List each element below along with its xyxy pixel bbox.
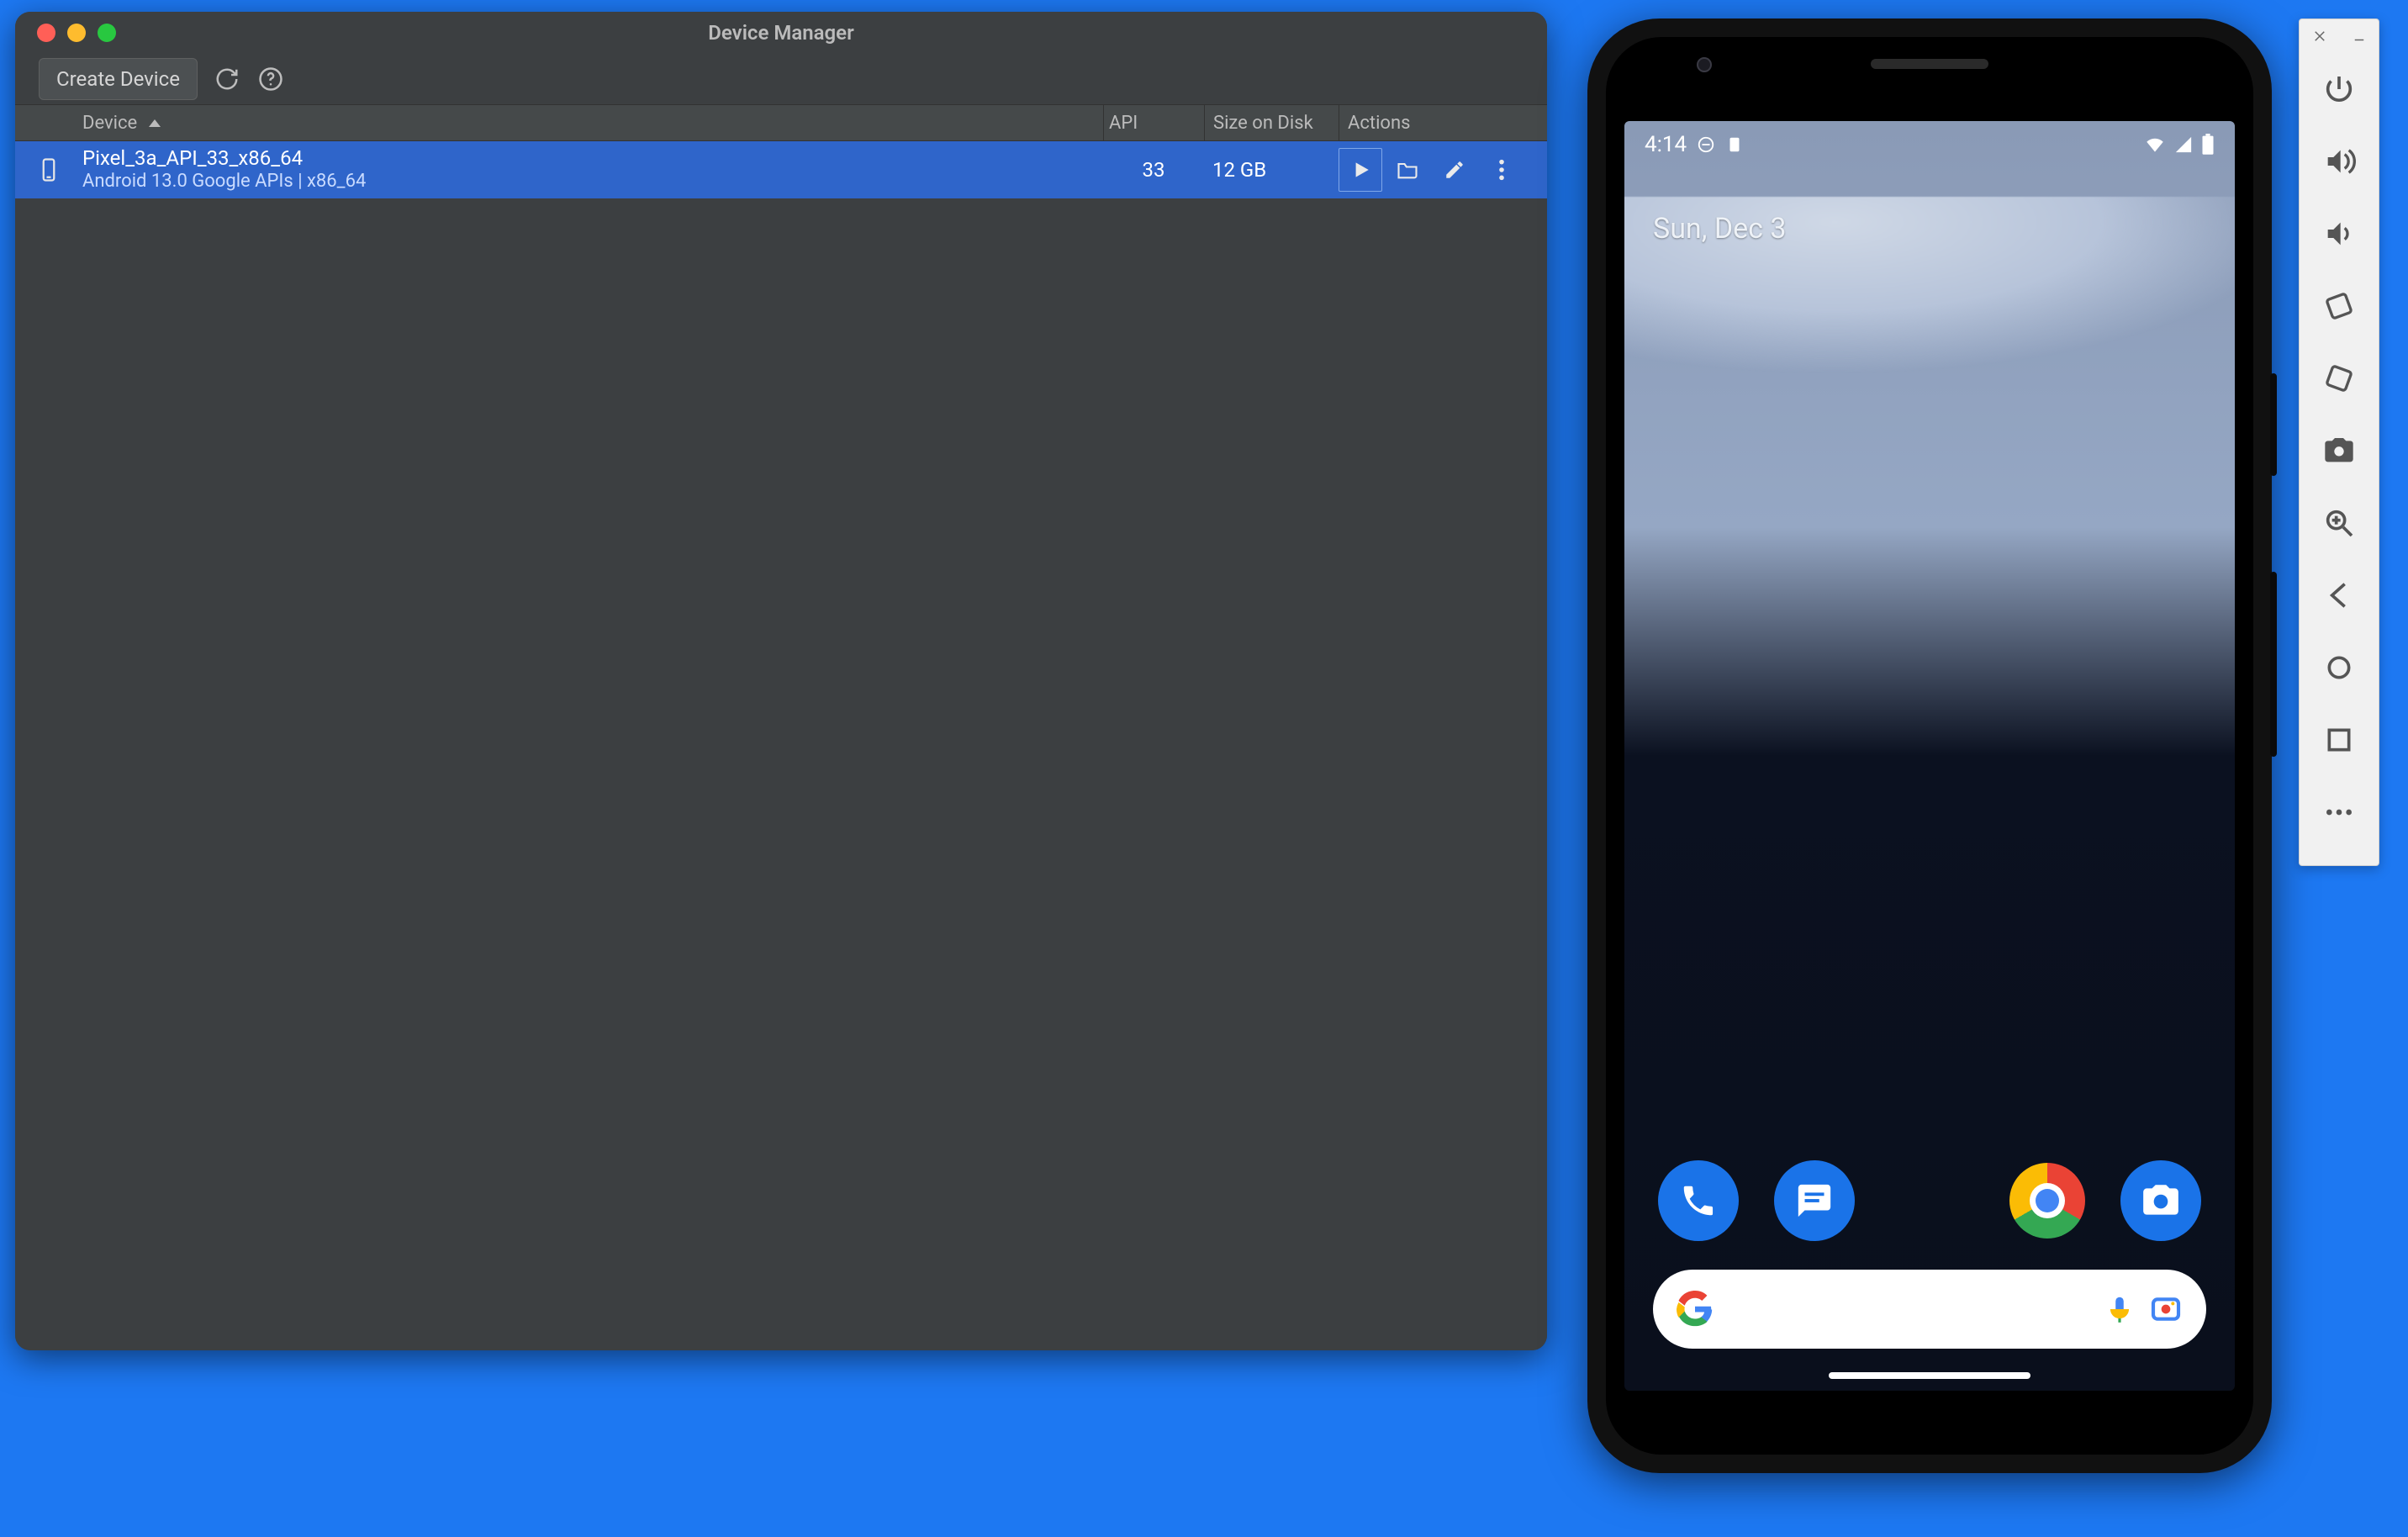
overview-icon[interactable] bbox=[2300, 704, 2379, 776]
power-button-physical bbox=[2270, 373, 2277, 476]
device-actions bbox=[1339, 148, 1547, 192]
back-icon[interactable] bbox=[2300, 559, 2379, 631]
col-api-label: API bbox=[1109, 113, 1138, 134]
status-bar: 4:14 bbox=[1624, 121, 2235, 168]
front-camera-icon bbox=[1697, 57, 1712, 72]
table-header: Device API Size on Disk Actions bbox=[15, 104, 1547, 141]
home-date: Sun, Dec 3 bbox=[1653, 212, 1787, 246]
window-controls bbox=[37, 24, 116, 42]
col-api[interactable]: API bbox=[1103, 105, 1204, 140]
camera-app-icon[interactable] bbox=[2120, 1160, 2201, 1241]
messages-app-icon[interactable] bbox=[1774, 1160, 1855, 1241]
window-titlebar: Device Manager bbox=[15, 12, 1547, 54]
maximize-icon[interactable] bbox=[98, 24, 116, 42]
device-type-icon bbox=[15, 157, 82, 182]
gesture-handle[interactable] bbox=[1829, 1372, 2030, 1379]
wifi-icon bbox=[2144, 135, 2166, 154]
volume-down-icon[interactable] bbox=[2300, 198, 2379, 270]
screenshot-icon[interactable] bbox=[2300, 415, 2379, 487]
col-actions[interactable]: Actions bbox=[1339, 105, 1547, 140]
sort-asc-icon bbox=[149, 119, 161, 127]
status-left: 4:14 bbox=[1645, 132, 1744, 157]
dm-empty-body bbox=[15, 198, 1547, 1350]
volume-up-icon[interactable] bbox=[2300, 125, 2379, 198]
refresh-icon[interactable] bbox=[213, 65, 241, 93]
emulator-device: 4:14 Sun, Dec 3 bbox=[1587, 18, 2272, 1473]
zoom-icon[interactable] bbox=[2300, 487, 2379, 559]
more-horizontal-icon[interactable] bbox=[2300, 776, 2379, 848]
minimize-icon[interactable] bbox=[2352, 29, 2367, 44]
signal-icon bbox=[2174, 135, 2193, 154]
device-size: 12 GB bbox=[1204, 158, 1339, 182]
google-logo-icon bbox=[1677, 1291, 1714, 1328]
device-name: Pixel_3a_API_33_x86_64 bbox=[82, 146, 1103, 171]
phone-top bbox=[1606, 37, 2253, 121]
dnd-icon bbox=[1697, 135, 1715, 154]
speaker-grille bbox=[1871, 59, 1988, 69]
status-right bbox=[2144, 134, 2215, 156]
power-icon[interactable] bbox=[2300, 53, 2379, 125]
close-icon[interactable] bbox=[37, 24, 55, 42]
dock bbox=[1624, 1150, 2235, 1251]
device-info: Pixel_3a_API_33_x86_64 Android 13.0 Goog… bbox=[82, 146, 1103, 193]
rotate-right-icon[interactable] bbox=[2300, 342, 2379, 415]
folder-icon[interactable] bbox=[1386, 148, 1429, 192]
emulator-toolbar-head bbox=[2300, 19, 2379, 53]
help-icon[interactable] bbox=[256, 65, 285, 93]
device-row[interactable]: Pixel_3a_API_33_x86_64 Android 13.0 Goog… bbox=[15, 141, 1547, 198]
device-subtitle: Android 13.0 Google APIs | x86_64 bbox=[82, 171, 1103, 193]
device-api: 33 bbox=[1103, 158, 1204, 182]
window-title: Device Manager bbox=[708, 21, 853, 45]
battery-icon bbox=[2201, 134, 2215, 156]
col-actions-label: Actions bbox=[1348, 113, 1410, 134]
lens-icon[interactable] bbox=[2149, 1292, 2183, 1326]
status-time: 4:14 bbox=[1645, 132, 1687, 157]
close-icon[interactable] bbox=[2312, 29, 2327, 44]
col-size[interactable]: Size on Disk bbox=[1204, 105, 1339, 140]
phone-screen[interactable]: 4:14 Sun, Dec 3 bbox=[1624, 121, 2235, 1391]
minimize-icon[interactable] bbox=[67, 24, 86, 42]
col-size-label: Size on Disk bbox=[1213, 113, 1313, 134]
device-manager-window: Device Manager Create Device Device API … bbox=[15, 12, 1547, 1350]
more-icon[interactable] bbox=[1480, 148, 1523, 192]
col-device-label: Device bbox=[82, 113, 137, 134]
mic-icon[interactable] bbox=[2104, 1293, 2136, 1325]
phone-app-icon[interactable] bbox=[1658, 1160, 1739, 1241]
chrome-app-icon[interactable] bbox=[2009, 1163, 2085, 1239]
rotate-left-icon[interactable] bbox=[2300, 270, 2379, 342]
phone-bezel: 4:14 Sun, Dec 3 bbox=[1606, 37, 2253, 1455]
edit-icon[interactable] bbox=[1433, 148, 1476, 192]
dm-toolbar: Create Device bbox=[15, 54, 1547, 104]
google-search-bar[interactable] bbox=[1653, 1270, 2206, 1349]
play-icon[interactable] bbox=[1339, 148, 1382, 192]
status-generic-icon bbox=[1725, 135, 1744, 154]
home-icon[interactable] bbox=[2300, 631, 2379, 704]
col-device[interactable]: Device bbox=[15, 113, 1103, 134]
create-device-button[interactable]: Create Device bbox=[39, 58, 198, 100]
volume-rocker-physical bbox=[2270, 572, 2277, 757]
emulator-toolbar bbox=[2299, 18, 2379, 866]
